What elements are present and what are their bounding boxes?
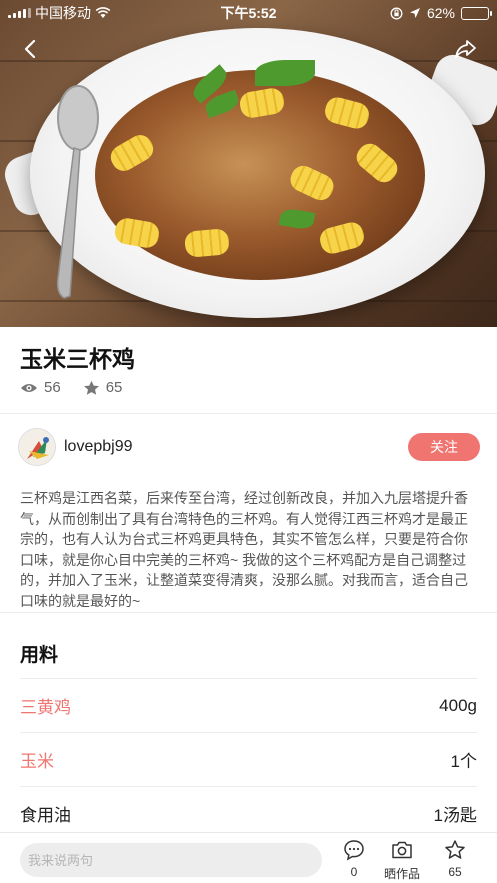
comment-button[interactable]: 0 (343, 839, 365, 879)
comment-input[interactable] (20, 843, 322, 877)
view-count: 56 (44, 379, 61, 396)
ingredients-list: 三黄鸡 400g 玉米 1个 食用油 1汤匙 (20, 678, 477, 840)
camera-icon (392, 841, 412, 859)
share-work-label: 晒作品 (384, 867, 421, 881)
star-outline-icon (445, 840, 465, 859)
favorite-count: 65 (105, 379, 123, 396)
star-icon (83, 380, 99, 395)
recipe-hero-image (0, 0, 497, 327)
share-work-button[interactable]: 晒作品 (384, 839, 420, 882)
comment-bubble-icon (344, 840, 364, 861)
status-time: 下午5:52 (220, 5, 277, 21)
recipe-stats: 56 65 (20, 379, 136, 396)
ingredients-title: 用料 (20, 645, 59, 666)
divider (0, 612, 497, 613)
ingredient-row[interactable]: 玉米 1个 (20, 732, 477, 786)
follow-button[interactable]: 关注 (408, 433, 480, 461)
status-bar: 中国移动 下午5:52 62% (0, 0, 497, 26)
avatar[interactable] (18, 428, 56, 466)
bottom-action-bar: 0 晒作品 65 (0, 832, 497, 883)
author-name[interactable]: lovepbj99 (64, 438, 133, 456)
ingredient-name: 食用油 (20, 806, 71, 825)
comment-count: 0 (350, 865, 358, 879)
eye-icon (21, 383, 37, 392)
star-button[interactable]: 65 (444, 839, 466, 879)
ingredient-qty: 1个 (450, 752, 477, 771)
ingredient-qty: 1汤匙 (433, 806, 477, 825)
ingredient-qty: 400g (439, 695, 477, 715)
star-count: 65 (448, 865, 462, 879)
ingredient-row[interactable]: 三黄鸡 400g (20, 678, 477, 732)
author-row: lovepbj99 关注 (18, 428, 480, 466)
share-button[interactable] (453, 36, 479, 62)
recipe-description: 三杯鸡是江西名菜，后来传至台湾，经过创新改良，并加入九层塔提升香气，从而创制出了… (20, 490, 468, 609)
ingredient-name[interactable]: 玉米 (20, 747, 54, 772)
divider (0, 413, 497, 414)
back-button[interactable] (18, 36, 44, 62)
ingredient-name[interactable]: 三黄鸡 (20, 693, 71, 718)
battery-icon (461, 6, 492, 20)
recipe-title: 玉米三杯鸡 (20, 346, 135, 372)
